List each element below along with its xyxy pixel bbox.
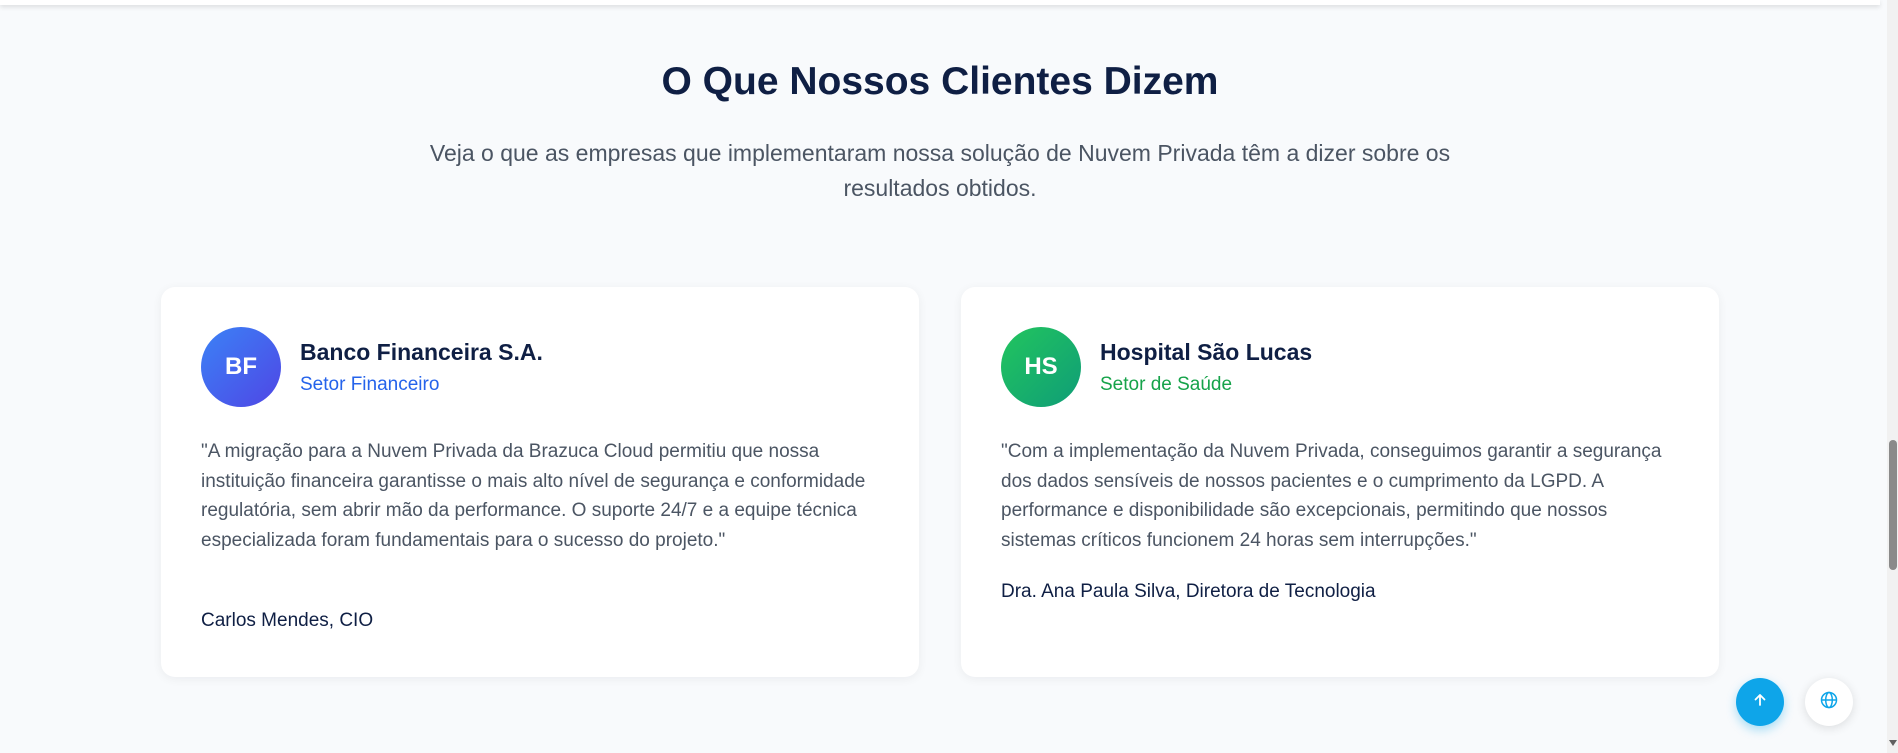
testimonial-quote: "A migração para a Nuvem Privada da Braz… [201, 441, 866, 551]
testimonial-quote: "Com a implementação da Nuvem Privada, c… [1001, 441, 1662, 551]
section-title: O Que Nossos Clientes Dizem [661, 60, 1219, 103]
company-name: Banco Financeira S.A. [300, 339, 543, 365]
arrow-up-icon [1752, 692, 1768, 713]
testimonial-card: HS Hospital São Lucas Setor de Saúde "Co… [961, 287, 1719, 677]
company-name: Hospital São Lucas [1100, 339, 1313, 365]
company-sector: Setor Financeiro [300, 374, 440, 395]
header-bar-edge [0, 0, 1880, 5]
language-button[interactable] [1805, 678, 1853, 726]
testimonial-author: Dra. Ana Paula Silva, Diretora de Tecnol… [1001, 581, 1376, 602]
scroll-down-arrow-icon[interactable] [1888, 738, 1898, 748]
company-sector: Setor de Saúde [1100, 374, 1233, 395]
testimonial-author: Carlos Mendes, CIO [201, 610, 374, 631]
avatar: HS [1001, 327, 1081, 407]
scrollbar-thumb[interactable] [1889, 440, 1897, 570]
testimonial-card: BF Banco Financeira S.A. Setor Financeir… [161, 287, 919, 677]
avatar: BF [201, 327, 281, 407]
scroll-to-top-button[interactable] [1736, 678, 1784, 726]
globe-icon [1819, 690, 1839, 715]
section-subtitle: Veja o que as empresas que implementaram… [429, 140, 1451, 201]
scrollbar-track[interactable] [1887, 0, 1898, 753]
